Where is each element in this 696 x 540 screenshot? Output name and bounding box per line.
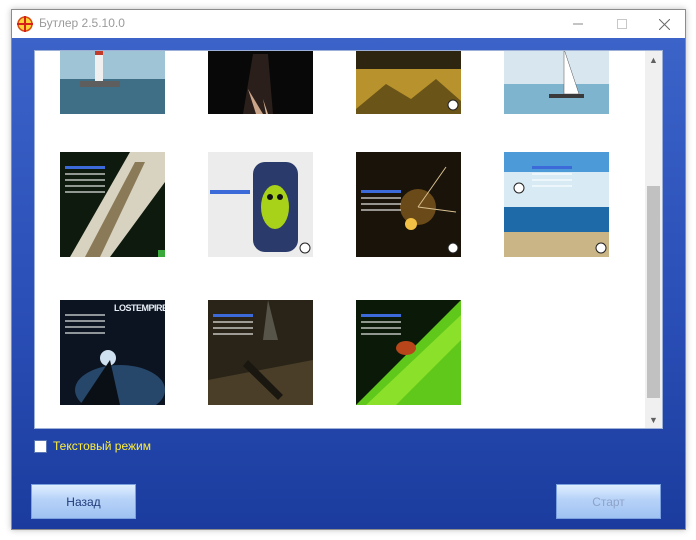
minimize-button[interactable]	[556, 10, 600, 38]
main-area: LOSTEMPIRE ▲ ▼ Текстовый режим Назад Ста…	[12, 38, 685, 529]
text-mode-checkbox[interactable]	[34, 439, 47, 453]
thumb-bug-leaf[interactable]	[356, 300, 461, 405]
thumb-dark-figure[interactable]	[208, 51, 313, 114]
window-title: Бутлер 2.5.10.0	[39, 16, 125, 30]
scroll-down-arrow-icon[interactable]: ▼	[645, 411, 662, 428]
back-button[interactable]: Назад	[31, 484, 136, 519]
gallery-scrollbar[interactable]: ▲ ▼	[645, 51, 662, 428]
close-button[interactable]	[642, 10, 686, 38]
text-mode-label: Текстовый режим	[53, 439, 151, 453]
close-icon	[658, 18, 670, 30]
thumb-menu-lines	[213, 314, 253, 339]
thumb-menu-lines	[361, 314, 401, 339]
title-bar: Бутлер 2.5.10.0	[12, 10, 685, 38]
maximize-icon	[617, 19, 627, 29]
thumb-soldier[interactable]	[208, 300, 313, 405]
lost-empire-title: LOSTEMPIRE	[114, 303, 165, 313]
thumb-menu-lines	[361, 190, 401, 215]
thumb-lost-empire[interactable]: LOSTEMPIRE	[60, 300, 165, 405]
thumb-spark-dark[interactable]	[356, 152, 461, 257]
butler-window: Бутлер 2.5.10.0 LOSTEMPIRE ▲ ▼ Текстовый…	[11, 9, 686, 530]
thumbnail-gallery: LOSTEMPIRE ▲ ▼	[34, 50, 663, 429]
thumb-menu-lines	[65, 166, 105, 197]
thumb-golden-landscape[interactable]	[356, 51, 461, 114]
maximize-button[interactable]	[600, 10, 644, 38]
start-button[interactable]: Старт	[556, 484, 661, 519]
scroll-thumb[interactable]	[647, 186, 660, 398]
thumb-tree-bark[interactable]	[60, 152, 165, 257]
thumb-green-robot[interactable]	[208, 152, 313, 257]
thumb-menu-lines	[532, 166, 572, 191]
text-mode-option[interactable]: Текстовый режим	[34, 438, 151, 454]
thumb-beach-sky[interactable]	[504, 152, 609, 257]
thumb-lighthouse[interactable]	[60, 51, 165, 114]
thumb-sailboat[interactable]	[504, 51, 609, 114]
minimize-icon	[573, 23, 583, 25]
scroll-up-arrow-icon[interactable]: ▲	[645, 51, 662, 68]
app-logo-icon	[17, 16, 33, 32]
thumb-menu-lines	[65, 314, 105, 338]
